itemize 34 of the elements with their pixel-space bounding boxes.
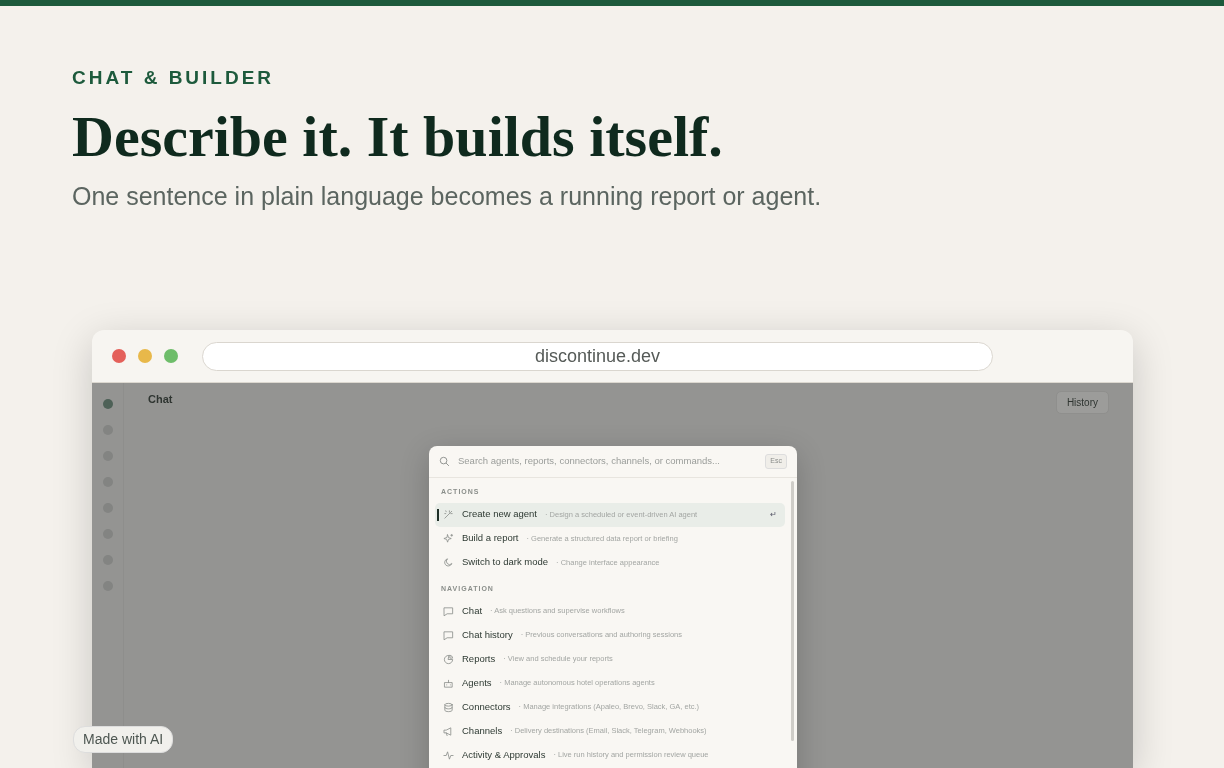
command-label: Build a report: [462, 531, 519, 546]
history-button[interactable]: History: [1055, 391, 1109, 414]
search-field[interactable]: Search agents, reports, connectors, channels, or commands...: [458, 454, 758, 469]
scrollbar[interactable]: [791, 481, 794, 741]
maximize-window-dot[interactable]: [164, 349, 178, 363]
command-label: Chat: [462, 603, 483, 618]
database-icon: [443, 701, 454, 713]
minimize-window-dot[interactable]: [138, 349, 152, 363]
chat-bubble-icon: [443, 629, 454, 641]
subtitle: One sentence in plain language becomes a running report or agent.: [72, 181, 823, 213]
address-bar[interactable]: discontinue.dev: [202, 341, 993, 371]
megaphone-icon: [443, 725, 454, 737]
command-label: Chat history: [462, 627, 513, 642]
pie-chart-icon: [443, 653, 454, 665]
made-with-ai-badge: Made with AI: [73, 726, 174, 753]
command-label: Connectors: [462, 699, 511, 714]
headline: Describe it. It builds itself.: [72, 104, 724, 169]
wand-icon: [443, 509, 454, 520]
close-window-dot[interactable]: [112, 349, 126, 363]
command-label: Switch to dark mode: [462, 555, 549, 570]
search-icon: [439, 456, 450, 467]
section-eyebrow: CHAT & BUILDER: [72, 66, 276, 90]
command-label: Agents: [462, 675, 492, 690]
command-label: Create new agent: [462, 507, 537, 522]
sidebar-icon[interactable]: [102, 399, 113, 409]
page-title: Chat: [148, 392, 173, 407]
activity-pulse-icon: [443, 749, 454, 761]
chat-bubble-icon: [443, 605, 454, 617]
command-label: Channels: [462, 723, 503, 738]
command-label: Activity & Approvals: [462, 747, 546, 762]
moon-icon: [443, 557, 454, 568]
command-label: Reports: [462, 651, 496, 666]
sparkle-icon: [443, 533, 454, 544]
robot-icon: [443, 677, 454, 689]
